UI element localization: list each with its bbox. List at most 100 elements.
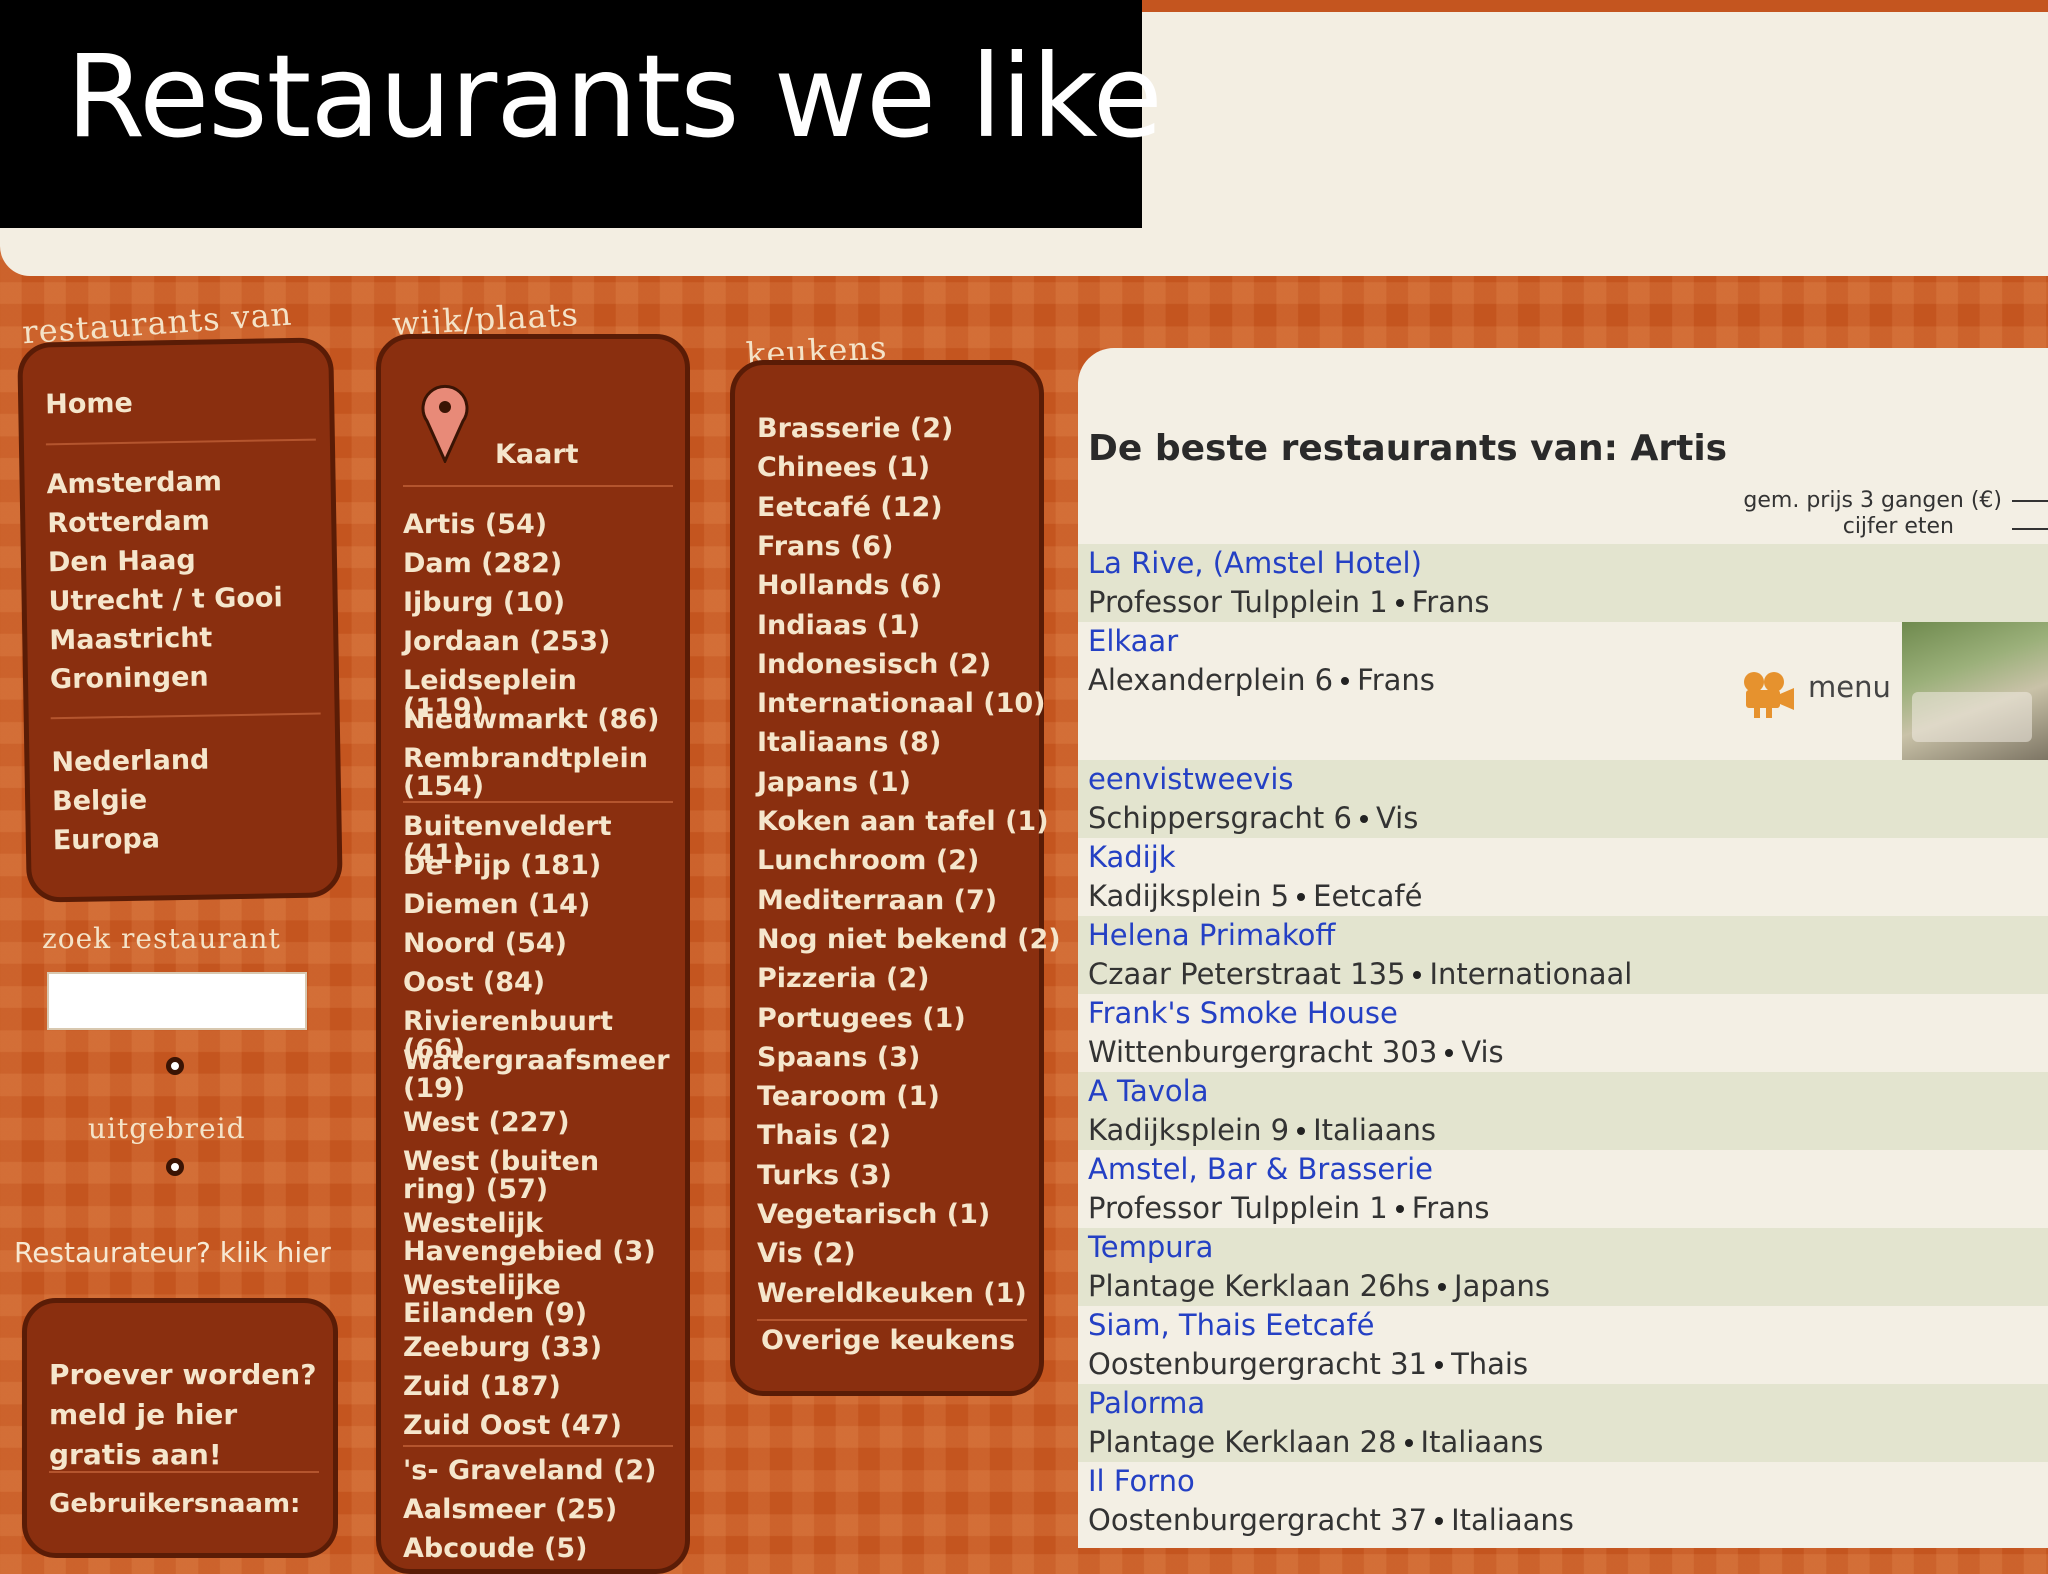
restaurant-name-link[interactable]: La Rive, (Amstel Hotel) [1088,546,1422,580]
nav-item-city[interactable]: Utrecht / t Gooi [48,582,283,617]
wijk-item[interactable]: Zeeburg (33) [403,1334,665,1362]
cuisine-item[interactable]: Brasserie (2) [757,413,953,444]
cuisine-item[interactable]: Koken aan tafel (1) [757,806,1049,837]
restaurant-name-link[interactable]: Frank's Smoke House [1088,996,1398,1030]
wijk-item[interactable]: 's- Graveland (2) [403,1457,665,1485]
cuisine-item[interactable]: Thais (2) [757,1120,891,1151]
cuisine-item[interactable]: Internationaal (10) [757,688,1046,719]
login-panel: Proever worden? meld je hier gratis aan!… [22,1298,338,1558]
wijk-item[interactable]: Aalsmeer (25) [403,1496,665,1524]
menu-link[interactable]: menu [1808,670,1891,704]
separator-dot [1413,970,1422,979]
wijk-item[interactable]: Diemen (14) [403,891,665,919]
restaurant-name-link[interactable]: A Tavola [1088,1074,1208,1108]
restaurant-name-link[interactable]: Tempura [1088,1230,1213,1264]
nav-item-city[interactable]: Rotterdam [47,505,210,539]
restaurant-address: Oostenburgergracht 37 [1088,1503,1428,1537]
restaurant-name-link[interactable]: Siam, Thais Eetcafé [1088,1308,1374,1342]
nav-item-city[interactable]: Maastricht [49,622,213,656]
restaurant-name-link[interactable]: Palorma [1088,1386,1205,1420]
wijk-item[interactable]: Westelijk Havengebied (3) [403,1210,665,1266]
cuisine-item[interactable]: Portugees (1) [757,1003,966,1034]
restaurant-cuisine: Frans [1411,1191,1490,1225]
wijk-item[interactable]: Oost (84) [403,969,665,997]
video-camera-icon[interactable] [1742,670,1796,722]
cuisine-item[interactable]: Tearoom (1) [757,1081,940,1112]
restaurant-address: Oostenburgergracht 31 [1088,1347,1428,1381]
search-input[interactable] [47,972,307,1030]
restaurant-name-link[interactable]: eenvistweevis [1088,762,1294,796]
cuisine-item[interactable]: Eetcafé (12) [757,492,943,523]
nav-item-city[interactable]: Den Haag [48,545,196,579]
cuisine-item[interactable]: Mediterraan (7) [757,885,997,916]
separator-dot [1297,1126,1306,1135]
map-pin-icon[interactable] [419,381,471,467]
other-cuisines-link[interactable]: Overige keukens [761,1325,1015,1356]
wijk-item[interactable]: Rembrandtplein (154) [403,745,665,801]
cuisine-item[interactable]: Chinees (1) [757,452,930,483]
search-submit-radio[interactable] [166,1057,184,1075]
nav-item-city[interactable]: Groningen [50,662,209,696]
wijk-item[interactable]: Westelijke Eilanden (9) [403,1272,665,1328]
cuisine-item[interactable]: Turks (3) [757,1160,892,1191]
cuisine-item[interactable]: Pizzeria (2) [757,963,929,994]
cuisine-item[interactable]: Nog niet bekend (2) [757,924,1061,955]
nav-item-region[interactable]: Nederland [51,745,209,779]
wijk-item[interactable]: Watergraafsmeer (19) [403,1047,670,1103]
restaurant-cuisine: Thais [1451,1347,1529,1381]
restaurant-name-link[interactable]: Helena Primakoff [1088,918,1335,952]
wijk-item[interactable]: Dam (282) [403,550,665,578]
cuisine-item[interactable]: Italiaans (8) [757,727,941,758]
cuisine-item[interactable]: Frans (6) [757,531,893,562]
wijk-item[interactable]: Zuid (187) [403,1373,665,1401]
wijk-item[interactable]: Ijburg (10) [403,589,665,617]
restaurateur-link[interactable]: Restaurateur? klik hier [14,1236,331,1269]
wijk-item[interactable]: West (227) [403,1109,665,1137]
separator-dot [1297,892,1306,901]
separator-dot [1395,1204,1404,1213]
cuisine-item[interactable]: Japans (1) [757,767,911,798]
wijk-item[interactable]: Abcoude (5) [403,1535,665,1563]
restaurant-name-link[interactable]: Il Forno [1088,1464,1195,1498]
advanced-search-radio[interactable] [166,1158,184,1176]
restaurant-address: Professor Tulpplein 1 [1088,585,1388,619]
wijk-separator [403,1445,673,1447]
legend-score: cijfer eten [1842,514,1954,539]
wijk-item[interactable]: Nieuwmarkt (86) [403,706,665,734]
restaurant-address-line: Czaar Peterstraat 135 Internationaal [1088,957,1632,991]
username-label: Gebruikersnaam: [49,1489,301,1519]
restaurant-address-line: Oostenburgergracht 37 Italiaans [1088,1503,1574,1537]
cuisine-item[interactable]: Vis (2) [757,1238,856,1269]
cuisine-item[interactable]: Lunchroom (2) [757,845,979,876]
cuisine-item[interactable]: Wereldkeuken (1) [757,1278,1027,1309]
separator-dot [1435,1360,1444,1369]
map-link[interactable]: Kaart [495,439,579,470]
cuisine-item[interactable]: Indiaas (1) [757,610,920,641]
cuisine-item[interactable]: Spaans (3) [757,1042,920,1073]
wijk-item[interactable]: West (buiten ring) (57) [403,1148,665,1204]
restaurant-name-link[interactable]: Amstel, Bar & Brasserie [1088,1152,1433,1186]
restaurant-name-link[interactable]: Kadijk [1088,840,1176,874]
login-promo-text[interactable]: Proever worden? meld je hier gratis aan! [49,1355,319,1475]
wijk-item[interactable]: Jordaan (253) [403,628,665,656]
page-title: De beste restaurants van: Artis [1088,428,1728,469]
nav-item-region[interactable]: Belgie [52,785,148,818]
restaurant-cuisine: Frans [1411,585,1490,619]
wijk-item[interactable]: De Pijp (181) [403,852,665,880]
wijk-item[interactable]: Zuid Oost (47) [403,1412,665,1440]
slide-title: Restaurants we like [66,30,1163,163]
cuisine-item[interactable]: Vegetarisch (1) [757,1199,990,1230]
wijk-item[interactable]: Noord (54) [403,930,665,958]
nav-separator [50,712,321,720]
cuisine-item[interactable]: Hollands (6) [757,570,942,601]
nav-item-home[interactable]: Home [45,388,133,421]
separator-dot [1341,676,1350,685]
nav-item-city[interactable]: Amsterdam [46,466,222,500]
nav-item-region[interactable]: Europa [53,823,161,856]
advanced-search-label[interactable]: uitgebreid [88,1112,246,1145]
restaurant-address-line: Professor Tulpplein 1 Frans [1088,1191,1490,1225]
cuisine-item[interactable]: Indonesisch (2) [757,649,991,680]
wijk-item[interactable]: Artis (54) [403,511,665,539]
restaurant-name-link[interactable]: Elkaar [1088,624,1178,658]
restaurant-photo[interactable] [1902,622,2048,760]
